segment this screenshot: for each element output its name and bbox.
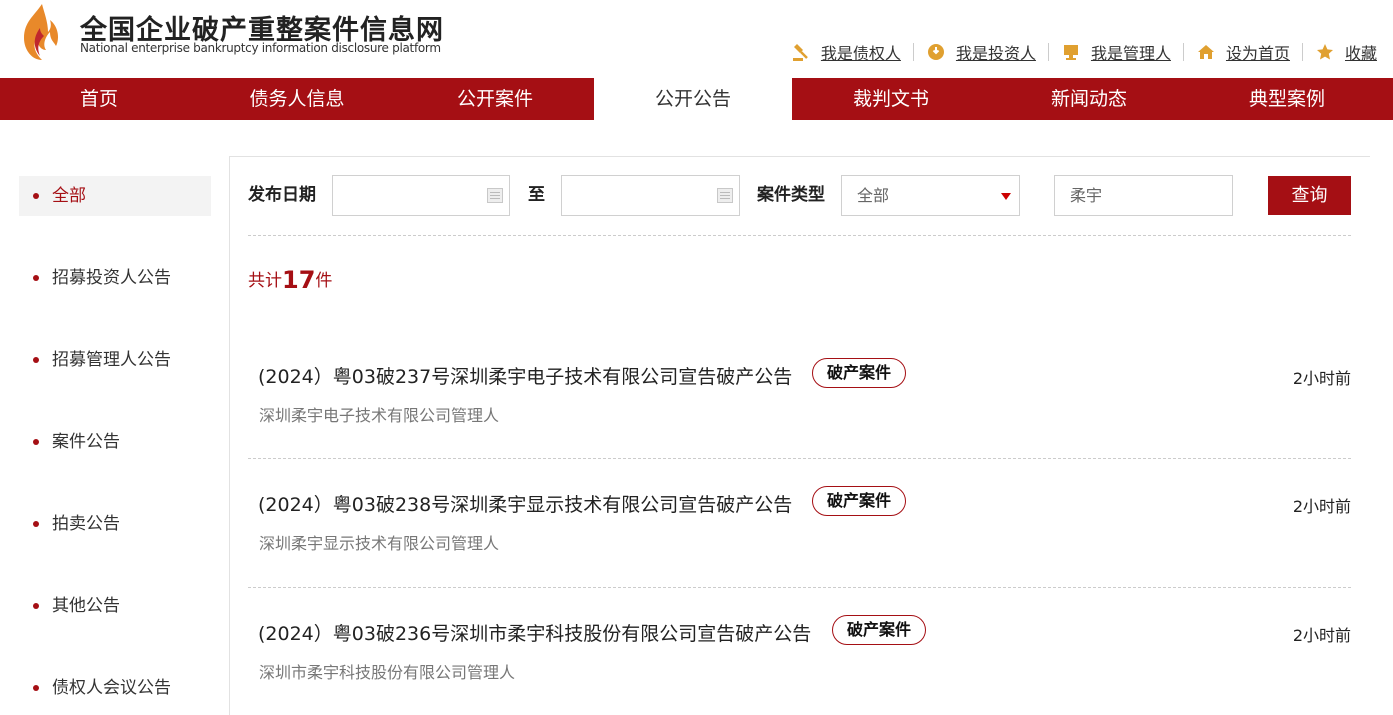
link-bookmark[interactable]: 收藏 [1315, 40, 1377, 64]
case-type-badge: 破产案件 [812, 486, 907, 516]
case-type-badge: 破产案件 [832, 615, 927, 645]
result-count-prefix: 共计 [248, 271, 282, 291]
sidebar-item-auction[interactable]: 拍卖公告 [19, 504, 211, 544]
category-sidebar: 全部 招募投资人公告 招募管理人公告 案件公告 拍卖公告 其他公告 债权人会议公… [19, 176, 211, 715]
content-top-border [229, 156, 1370, 157]
link-investor-label: 我是投资人 [955, 44, 1036, 63]
top-link-divider [912, 43, 914, 61]
date-from-input[interactable] [332, 175, 510, 216]
nav-home[interactable]: 首页 [0, 78, 198, 120]
publish-time: 2小时前 [1292, 497, 1351, 516]
flame-logo-icon[interactable] [20, 2, 62, 62]
result-count-suffix: 件 [315, 271, 333, 291]
sidebar-item-creditor-meeting[interactable]: 债权人会议公告 [19, 668, 211, 708]
link-creditor[interactable]: 我是债权人 [791, 40, 901, 64]
top-link-divider [1301, 43, 1303, 61]
date-label: 发布日期 [248, 185, 316, 205]
top-link-divider [1182, 43, 1184, 61]
calendar-icon[interactable] [487, 188, 503, 203]
nav-public-announcements[interactable]: 公开公告 [594, 78, 792, 120]
star-icon [1315, 42, 1335, 62]
filter-divider [248, 235, 1351, 236]
announcement-publisher: 深圳市柔宇科技股份有限公司管理人 [259, 663, 516, 682]
top-links: 我是债权人 我是投资人 我是管理人 设为首页 收藏 [791, 40, 1377, 64]
nav-judgments[interactable]: 裁判文书 [792, 78, 990, 120]
nav-typical-cases[interactable]: 典型案例 [1188, 78, 1386, 120]
site-subtitle: National enterprise bankruptcy informati… [80, 41, 441, 55]
announcement-publisher: 深圳柔宇显示技术有限公司管理人 [259, 534, 500, 553]
sidebar-item-investor-recruit[interactable]: 招募投资人公告 [19, 258, 211, 298]
content-divider [229, 156, 230, 715]
announcement-title[interactable]: (2024）粤03破236号深圳市柔宇科技股份有限公司宣告破产公告 [258, 619, 811, 646]
manager-icon [1061, 42, 1081, 62]
nav-public-cases[interactable]: 公开案件 [396, 78, 594, 120]
case-type-badge: 破产案件 [812, 358, 907, 388]
main-nav: 首页 债务人信息 公开案件 公开公告 裁判文书 新闻动态 典型案例 [0, 78, 1393, 120]
nav-news[interactable]: 新闻动态 [990, 78, 1188, 120]
keyword-input[interactable]: 柔宇 [1054, 175, 1233, 216]
link-bookmark-label: 收藏 [1344, 44, 1377, 63]
result-count: 共计17件 [248, 266, 332, 294]
link-set-homepage[interactable]: 设为首页 [1196, 40, 1290, 64]
list-item: (2024）粤03破238号深圳柔宇显示技术有限公司宣告破产公告 破产案件 2小… [248, 486, 1351, 620]
result-count-number: 17 [282, 266, 316, 294]
to-label: 至 [528, 185, 545, 205]
sidebar-item-other[interactable]: 其他公告 [19, 586, 211, 626]
top-link-divider [1047, 43, 1049, 61]
row-divider [248, 458, 1351, 459]
link-investor[interactable]: 我是投资人 [926, 40, 1036, 64]
publish-time: 2小时前 [1292, 626, 1351, 645]
sidebar-item-all[interactable]: 全部 [19, 176, 211, 216]
sidebar-item-manager-recruit[interactable]: 招募管理人公告 [19, 340, 211, 380]
link-set-homepage-label: 设为首页 [1225, 44, 1290, 63]
creditor-icon [791, 42, 811, 62]
nav-debtor-info[interactable]: 债务人信息 [198, 78, 396, 120]
sidebar-item-case[interactable]: 案件公告 [19, 422, 211, 462]
filter-bar: 发布日期 至 案件类型 全部 柔宇 查询 [248, 175, 1351, 216]
row-divider [248, 587, 1351, 588]
link-creditor-label: 我是债权人 [820, 44, 901, 63]
publish-time: 2小时前 [1292, 369, 1351, 388]
date-to-input[interactable] [561, 175, 740, 216]
case-type-value: 全部 [857, 186, 890, 205]
query-button[interactable]: 查询 [1268, 176, 1351, 215]
site-header: 全国企业破产重整案件信息网 National enterprise bankru… [0, 0, 1393, 78]
calendar-icon[interactable] [717, 188, 733, 203]
chevron-down-icon [1001, 193, 1011, 200]
link-manager-label: 我是管理人 [1090, 44, 1171, 63]
announcement-title[interactable]: (2024）粤03破238号深圳柔宇显示技术有限公司宣告破产公告 [258, 490, 792, 517]
investor-icon [926, 42, 946, 62]
case-type-label: 案件类型 [757, 185, 825, 205]
announcement-publisher: 深圳柔宇电子技术有限公司管理人 [259, 406, 500, 425]
home-icon [1196, 42, 1216, 62]
link-manager[interactable]: 我是管理人 [1061, 40, 1171, 64]
list-item: (2024）粤03破236号深圳市柔宇科技股份有限公司宣告破产公告 破产案件 2… [248, 615, 1351, 715]
case-type-select[interactable]: 全部 [841, 175, 1020, 216]
list-item: (2024）粤03破237号深圳柔宇电子技术有限公司宣告破产公告 破产案件 2小… [248, 358, 1351, 492]
announcement-title[interactable]: (2024）粤03破237号深圳柔宇电子技术有限公司宣告破产公告 [258, 362, 792, 389]
